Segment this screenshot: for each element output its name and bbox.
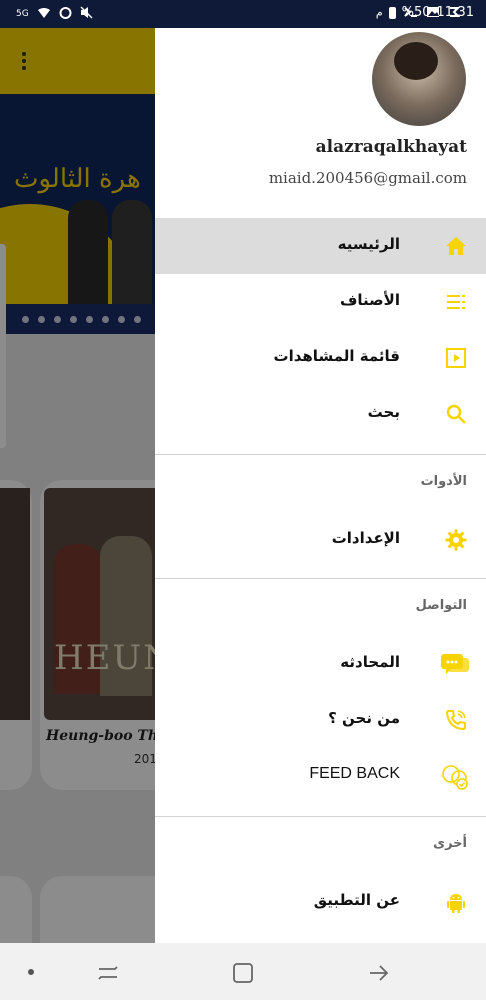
drawer-email: miaid.200456@gmail.com <box>268 169 467 187</box>
menu-item-label: الرئيسيه <box>337 235 400 253</box>
menu-item-about-app[interactable]: عن التطبيق <box>155 874 486 930</box>
terminal-icon <box>404 6 418 22</box>
feedback-icon <box>440 764 470 790</box>
menu-item-settings[interactable]: الإعدادات <box>155 512 486 568</box>
divider <box>155 578 486 579</box>
wifi-icon <box>37 7 51 22</box>
home-button[interactable] <box>231 961 255 985</box>
menu-item-chat[interactable]: المحادثه <box>155 636 486 692</box>
avatar[interactable] <box>372 32 466 126</box>
section-title-other: أخرى <box>433 836 467 851</box>
menu-item-label: من نحن ؟ <box>328 709 400 727</box>
menu-item-label: المحادثه <box>340 653 400 671</box>
search-icon <box>444 402 468 426</box>
app-notification-icon <box>448 6 461 22</box>
recents-button[interactable] <box>96 961 120 985</box>
system-navigation-bar <box>0 943 486 1000</box>
menu-item-label: الأصناف <box>340 291 400 309</box>
assistant-dot-icon[interactable] <box>28 969 34 975</box>
section-title-tools: الأدوات <box>420 474 467 489</box>
divider <box>155 816 486 817</box>
menu-item-home[interactable]: الرئيسيه <box>155 218 486 274</box>
menu-item-feedback[interactable]: FEED BACK <box>155 748 486 804</box>
chat-icon <box>440 652 470 676</box>
menu-item-about-us[interactable]: من نحن ؟ <box>155 692 486 748</box>
alarm-icon <box>59 6 72 22</box>
menu-item-watchlist[interactable]: قائمة المشاهدات <box>155 330 486 386</box>
menu-item-label: عن التطبيق <box>313 891 400 909</box>
menu-item-search[interactable]: بحث <box>155 386 486 442</box>
section-title-contact: التواصل <box>415 598 467 613</box>
menu-item-categories[interactable]: الأصناف <box>155 274 486 330</box>
sim-icon: م <box>375 6 383 19</box>
back-button[interactable] <box>367 961 391 985</box>
status-bar-right: 5G <box>16 6 93 22</box>
menu-item-label: الإعدادات <box>331 529 400 547</box>
gear-icon <box>444 528 468 552</box>
menu-item-label: قائمة المشاهدات <box>273 347 400 365</box>
phone-icon <box>444 708 468 732</box>
status-bar: 11:31 %50 م 5G <box>0 0 486 28</box>
battery-icon <box>388 6 396 19</box>
android-icon <box>444 890 468 914</box>
navigation-drawer: alazraqalkhayat miaid.200456@gmail.com ا… <box>155 28 486 943</box>
menu-item-label: بحث <box>367 403 400 421</box>
mute-icon <box>80 6 93 22</box>
categories-icon <box>444 290 468 314</box>
image-icon <box>426 6 440 22</box>
status-icons-far-right <box>404 6 461 22</box>
menu-item-label: FEED BACK <box>309 765 400 782</box>
home-icon <box>444 234 468 258</box>
watchlist-icon <box>444 346 468 370</box>
network-label: 5G <box>16 9 29 19</box>
drawer-username: alazraqalkhayat <box>315 137 467 157</box>
divider <box>155 454 486 455</box>
